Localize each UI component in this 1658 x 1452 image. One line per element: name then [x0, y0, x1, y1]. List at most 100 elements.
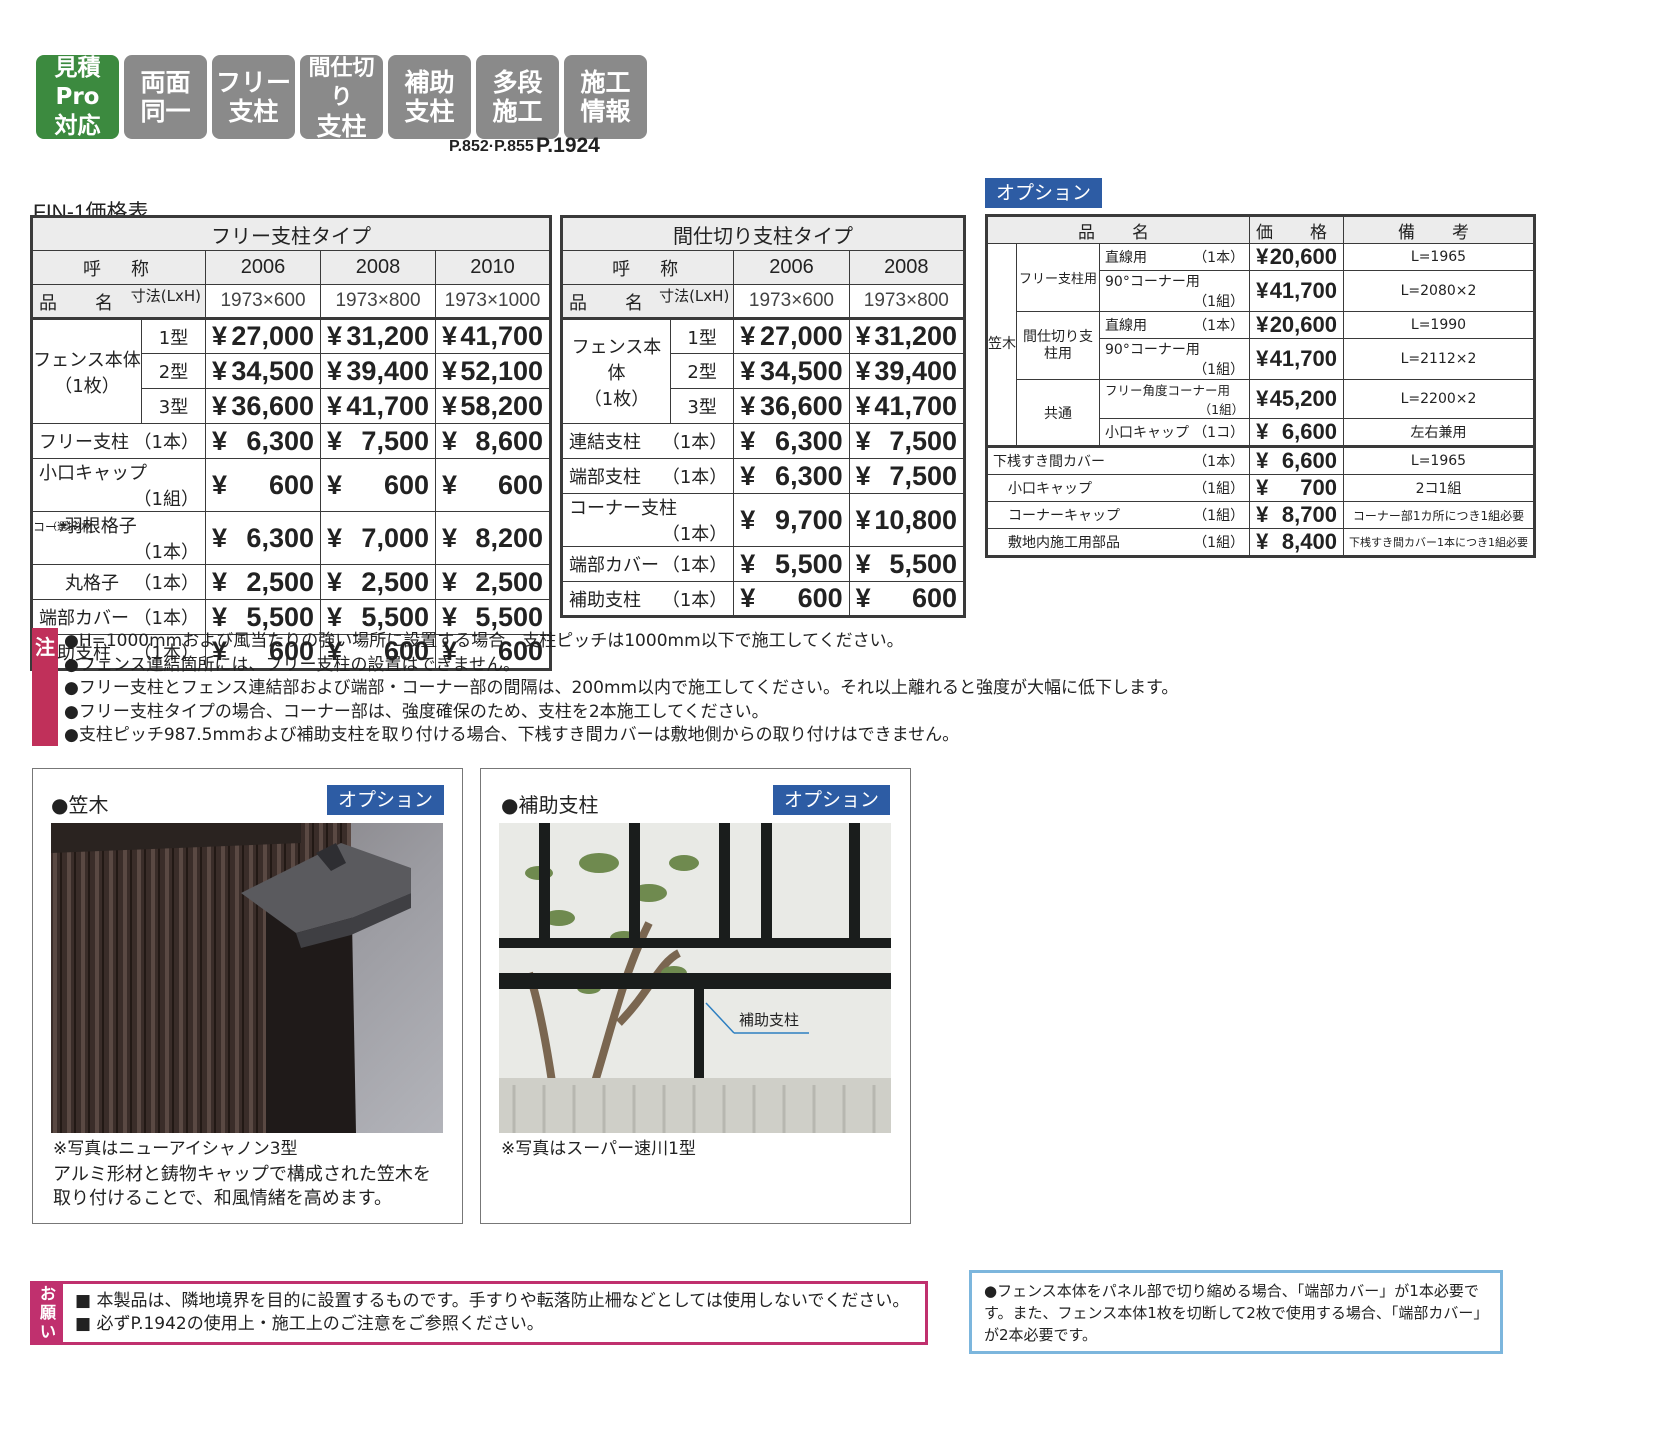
badge-mitsumori-pro: 見積Pro 対応: [36, 55, 119, 139]
option-price: ¥45,200: [1249, 379, 1344, 419]
option-price: ¥8,400: [1249, 528, 1344, 557]
option-price: ¥41,700: [1249, 270, 1344, 312]
option-header-name: 品 名: [985, 215, 1251, 244]
price-cell: ¥8,600: [435, 423, 551, 459]
type-label: 3型: [141, 388, 206, 424]
request-box: お願い ■ 本製品は、隣地境界を目的に設置するものです。手すりや転落防止柵などと…: [30, 1281, 928, 1345]
kasagi-panel: ●笠木 オプション ※写真はニューアイシャノン3型 アルミ形材と鋳物キャップで構…: [32, 768, 463, 1224]
year-header: 2006: [733, 250, 850, 285]
col-label: 呼 称: [31, 250, 206, 285]
price-cell: ¥6,300: [205, 423, 321, 459]
request-line: ■ 本製品は、隣地境界を目的に設置するものです。手すりや転落防止柵などとしては使…: [75, 1291, 910, 1311]
price-cell: ¥6,300: [733, 458, 850, 494]
badge-seko-joho: 施工 情報: [564, 55, 647, 139]
kasagi-caption-note: ※写真はニューアイシャノン3型: [53, 1139, 298, 1159]
item-name: 連結支柱 （1本）: [560, 423, 735, 459]
item-name: 補助支柱 （1本）: [560, 581, 735, 617]
price-cell: ¥52,100: [435, 353, 551, 389]
option-price: ¥8,700: [1249, 501, 1344, 529]
hojo-shichu-photo: 補助支柱: [499, 823, 891, 1133]
option-remark: L=1990: [1342, 311, 1536, 339]
request-line: ■ 必ずP.1942の使用上・施工上のご注意をご参照ください。: [75, 1314, 544, 1334]
price-cell: ¥39,400: [848, 353, 966, 389]
request-text: ■ 本製品は、隣地境界を目的に設置するものです。手すりや転落防止柵などとしては使…: [75, 1290, 909, 1336]
note-item: ●フリー支柱とフェンス連結部および端部・コーナー部の間隔は、200mm以内で施工…: [64, 678, 1179, 698]
item-name: 小口キャップ （1組）: [31, 458, 206, 512]
price-cell: ¥9,700: [733, 493, 850, 547]
item-name: フリー支柱 （1本）: [31, 423, 206, 459]
option-price: ¥41,700: [1249, 338, 1344, 380]
kasagi-label: 笠木: [986, 243, 1017, 447]
price-cell: ¥36,600: [733, 388, 850, 424]
price-cell: ¥7,000: [320, 511, 436, 565]
option-remark: 下桟すき間カバー1本につき1組必要: [1342, 528, 1536, 557]
dim-label: 寸法(LxH): [659, 287, 730, 305]
type-label: 1型: [669, 317, 735, 354]
option-item: 90°コーナー用 （1組）: [1099, 270, 1251, 312]
hojo-caption-note: ※写真はスーパー速川1型: [501, 1139, 696, 1159]
item-label: 品 名: [39, 293, 123, 314]
option-remark: 2コ1組: [1342, 474, 1536, 502]
option-item: 90°コーナー用 （1組）: [1099, 338, 1251, 380]
price-cell: ¥600: [733, 581, 850, 617]
price-cell: ¥2,500: [435, 564, 551, 600]
option-item: 直線用 （1本）: [1099, 243, 1251, 271]
option-remark: L=2200×2: [1342, 379, 1536, 419]
price-cell: ¥27,000: [205, 317, 321, 354]
badge-ryomen-doitsu: 両面 同一: [124, 55, 207, 139]
badge-tadan-seko: 多段 施工: [476, 55, 559, 139]
price-cell: ¥10,800: [848, 493, 966, 547]
price-cell: ¥600: [848, 581, 966, 617]
price-cell: ¥600: [320, 458, 436, 512]
table-title: 間仕切り支柱タイプ: [561, 216, 965, 251]
price-cell: ¥600: [205, 458, 321, 512]
type-label: 3型: [669, 388, 735, 424]
option-header-remark: 備 考: [1342, 215, 1536, 244]
item-label: 品 名: [569, 293, 653, 314]
price-cell: ¥7,500: [320, 423, 436, 459]
table-title: フリー支柱タイプ: [31, 216, 551, 251]
option-remark: L=1965: [1342, 446, 1536, 475]
year-header: 2006: [205, 250, 321, 285]
corner-group-label: コーナー材: [33, 520, 94, 534]
dim-value: 1973×800: [320, 284, 436, 319]
page-ref-b[interactable]: P.1924: [536, 134, 600, 158]
request-tag: お願い: [33, 1284, 63, 1342]
option-price: ¥20,600: [1249, 243, 1344, 271]
fence-body-label: フェンス本体 （1枚）: [561, 317, 671, 424]
price-cell: ¥39,400: [320, 353, 436, 389]
option-remark: 左右兼用: [1342, 418, 1536, 447]
dim-value: 1973×600: [733, 284, 850, 319]
price-cell: ¥5,500: [848, 546, 966, 582]
price-cell: ¥6,300: [733, 423, 850, 459]
option-item: コーナーキャップ （1組）: [985, 501, 1251, 529]
option-label: オプション: [985, 178, 1102, 208]
option-item: 下桟すき間カバー （1本）: [985, 446, 1251, 475]
kasagi-caption-text: アルミ形材と鋳物キャップで構成された笠木を 取り付けることで、和風情緒を高めます。: [53, 1164, 431, 1209]
price-cell: ¥31,200: [848, 317, 966, 354]
page-ref-a[interactable]: P.852·P.855: [449, 138, 534, 156]
price-cell: ¥36,600: [205, 388, 321, 424]
option-remark: L=2112×2: [1342, 338, 1536, 380]
note-item: ●H=1000mmおよび風当たりの強い場所に設置する場合、支柱ピッチは1000m…: [64, 631, 904, 651]
item-name: 端部カバー （1本）: [560, 546, 735, 582]
price-cell: ¥41,700: [848, 388, 966, 424]
option-badge: オプション: [327, 785, 444, 815]
option-price: ¥700: [1249, 474, 1344, 502]
item-name: コーナー支柱 （1本）: [560, 493, 735, 547]
free-post-price-table: フリー支柱タイプ 呼 称 2006 2008 2010 寸法(LxH) 品 名 …: [30, 215, 552, 671]
price-cell: ¥7,500: [848, 423, 966, 459]
price-cell: ¥6,300: [205, 511, 321, 565]
option-price: ¥20,600: [1249, 311, 1344, 339]
item-name: コーナー材（選択） 羽根格子 （1本）: [31, 511, 206, 565]
dim-value: 1973×600: [205, 284, 321, 319]
year-header: 2008: [320, 250, 436, 285]
hojo-shichu-callout: 補助支柱: [739, 1011, 800, 1029]
type-label: 2型: [141, 353, 206, 389]
option-price: ¥6,600: [1249, 418, 1344, 447]
col-label: 呼 称: [560, 250, 735, 285]
year-header: 2010: [435, 250, 551, 285]
kasagi-photo: [51, 823, 443, 1133]
item-dim-header: 寸法(LxH) 品 名: [31, 284, 206, 319]
price-cell: ¥7,500: [848, 458, 966, 494]
